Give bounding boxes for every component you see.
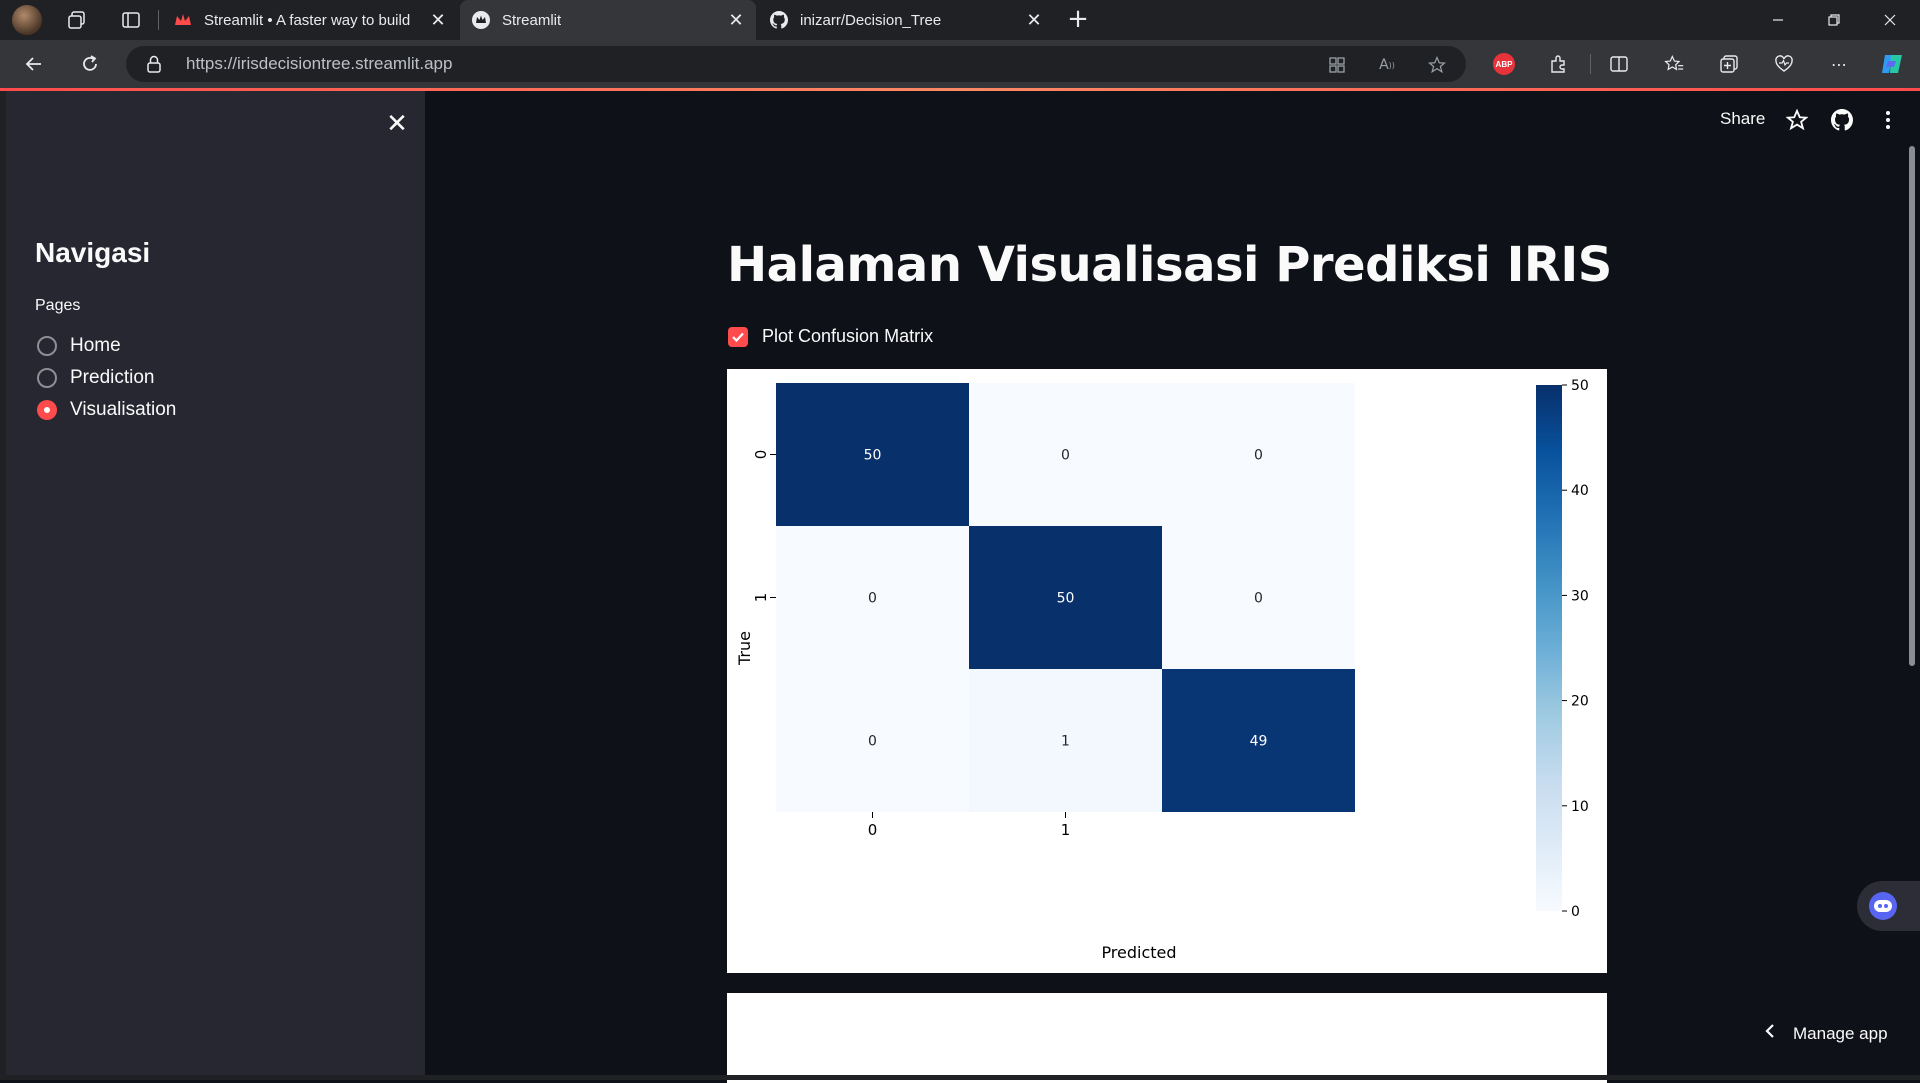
- copilot-icon[interactable]: [1878, 50, 1906, 78]
- cell-value: 0: [1254, 448, 1263, 464]
- adblock-plus-icon[interactable]: ABP: [1490, 50, 1518, 78]
- radio-label: Visualisation: [70, 399, 177, 420]
- close-window-button[interactable]: [1862, 0, 1918, 40]
- x-tick-label: 1: [1061, 821, 1071, 839]
- abp-badge: ABP: [1493, 53, 1515, 75]
- manage-app-label: Manage app: [1793, 1023, 1888, 1043]
- new-tab-button[interactable]: +: [1064, 6, 1092, 34]
- minimize-button[interactable]: [1750, 0, 1806, 40]
- colorbar-tick-label: 30: [1571, 588, 1589, 604]
- close-tab-icon[interactable]: ✕: [1024, 10, 1044, 30]
- tab-streamlit-active[interactable]: Streamlit ✕: [460, 0, 756, 40]
- close-tab-icon[interactable]: ✕: [428, 10, 448, 30]
- colorbar-tick-label: 0: [1571, 904, 1580, 920]
- radio-button[interactable]: [37, 336, 57, 356]
- cell-value: 0: [1254, 591, 1263, 607]
- streamlit-crown-icon: [174, 11, 192, 29]
- window-bottom-border: [0, 1075, 1920, 1080]
- github-icon[interactable]: [1829, 107, 1855, 133]
- main-content: Share Halaman Visualisasi Prediksi IRIS …: [425, 91, 1920, 1083]
- tab-actions-icon[interactable]: [117, 6, 145, 34]
- back-button[interactable]: [18, 48, 50, 80]
- tab-title: inizarr/Decision_Tree: [800, 11, 942, 29]
- url-text: https://irisdecisiontree.streamlit.app: [186, 54, 453, 73]
- y-tick-label: 1: [752, 593, 770, 603]
- manage-app-button[interactable]: Manage app: [1765, 1023, 1888, 1044]
- confusion-matrix-figure: 50 0 0 0 50 0 0 1 49 0 1 0 1 Predicted True 0 10 20 3…: [727, 369, 1607, 973]
- favorites-icon[interactable]: [1660, 50, 1688, 78]
- plot-confusion-matrix-checkbox[interactable]: Plot Confusion Matrix: [728, 326, 933, 347]
- colorbar-tick-label: 40: [1571, 483, 1589, 499]
- radio-button[interactable]: [37, 368, 57, 388]
- cell-value: 0: [1061, 448, 1070, 464]
- chat-assistant-widget[interactable]: [1857, 881, 1920, 931]
- cell-value: 0: [868, 591, 877, 607]
- cell-value: 50: [864, 448, 882, 464]
- browser-toolbar: https://irisdecisiontree.streamlit.app A…: [0, 40, 1920, 88]
- tab-title: Streamlit • A faster way to build a: [204, 11, 414, 29]
- colorbar-tick-label: 20: [1571, 694, 1589, 710]
- star-icon[interactable]: [1784, 107, 1810, 133]
- cell-value: 1: [1061, 734, 1070, 750]
- app-available-icon[interactable]: [1326, 54, 1348, 76]
- y-axis-label: True: [735, 631, 754, 666]
- lock-icon[interactable]: [146, 55, 162, 77]
- tab-streamlit-home[interactable]: Streamlit • A faster way to build a ✕: [162, 0, 458, 40]
- github-icon: [770, 11, 788, 29]
- x-axis-label: Predicted: [1101, 943, 1176, 962]
- close-tab-icon[interactable]: ✕: [726, 10, 746, 30]
- checkbox-label: Plot Confusion Matrix: [762, 326, 934, 346]
- second-figure: [727, 993, 1607, 1083]
- colorbar: [1536, 385, 1562, 911]
- share-button[interactable]: Share: [1720, 109, 1765, 129]
- workspaces-icon[interactable]: [63, 6, 91, 34]
- page-title: Halaman Visualisasi Prediksi IRIS: [727, 237, 1612, 293]
- radio-button-selected[interactable]: [37, 400, 57, 420]
- colorbar-tick-label: 50: [1571, 378, 1589, 394]
- radio-label: Prediction: [70, 367, 155, 388]
- radio-option-prediction[interactable]: Prediction: [37, 367, 155, 389]
- read-aloud-icon[interactable]: A)): [1376, 54, 1398, 76]
- chevron-left-icon: [1765, 1023, 1775, 1044]
- more-menu-icon[interactable]: ⋯: [1825, 50, 1853, 78]
- profile-avatar[interactable]: [12, 5, 42, 35]
- refresh-button[interactable]: [74, 48, 106, 80]
- checkbox-checked-icon[interactable]: [728, 326, 748, 347]
- collections-icon[interactable]: [1715, 50, 1743, 78]
- scrollbar[interactable]: [1909, 146, 1915, 666]
- colorbar-tick-label: 10: [1571, 799, 1589, 815]
- cell-value: 0: [868, 734, 877, 750]
- restore-button[interactable]: [1806, 0, 1862, 40]
- confusion-matrix-chart: 50 0 0 0 50 0 0 1 49 0 1 0 1 Predicted True 0 10 20 3…: [735, 378, 1589, 962]
- tab-separator: [158, 10, 159, 30]
- browser-tab-bar: Streamlit • A faster way to build a ✕ St…: [0, 0, 1920, 40]
- y-tick-label: 0: [752, 450, 770, 460]
- tab-title: Streamlit: [502, 11, 562, 29]
- radio-label: Home: [70, 335, 121, 356]
- address-bar[interactable]: https://irisdecisiontree.streamlit.app A…: [126, 46, 1466, 82]
- x-tick-label: 0: [868, 821, 878, 839]
- extensions-icon[interactable]: [1545, 50, 1573, 78]
- sidebar-title: Navigasi: [35, 237, 151, 268]
- split-screen-icon[interactable]: [1605, 50, 1633, 78]
- favorite-star-icon[interactable]: [1426, 54, 1448, 76]
- sidebar: ✕ Navigasi Pages Home Prediction Visuali…: [6, 91, 425, 1075]
- tab-github-repo[interactable]: inizarr/Decision_Tree ✕: [758, 0, 1054, 40]
- radio-option-visualisation[interactable]: Visualisation: [37, 399, 176, 421]
- browser-essentials-icon[interactable]: [1770, 50, 1798, 78]
- radio-option-home[interactable]: Home: [37, 335, 121, 357]
- toolbar-separator: [1590, 54, 1591, 74]
- cell-value: 49: [1250, 734, 1268, 750]
- pages-label: Pages: [35, 297, 81, 314]
- chatbot-icon: [1869, 892, 1897, 920]
- streamlit-crown-icon: [472, 11, 490, 29]
- cell-value: 50: [1057, 591, 1075, 607]
- close-sidebar-icon[interactable]: ✕: [382, 109, 412, 139]
- main-menu-icon[interactable]: [1875, 107, 1901, 133]
